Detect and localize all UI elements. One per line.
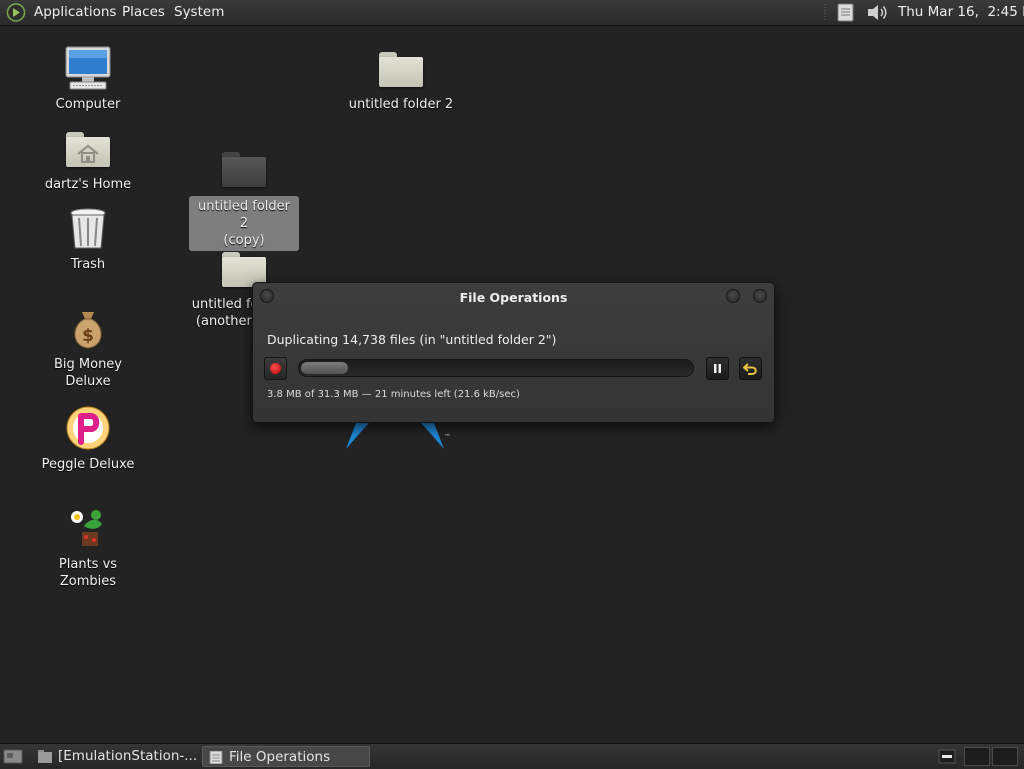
taskbar-item-label: File Operations — [229, 749, 331, 765]
system-menu[interactable]: System — [174, 0, 224, 25]
workspace-2[interactable] — [992, 747, 1018, 766]
main-menu-logo-icon[interactable] — [6, 3, 26, 22]
workspace-1[interactable] — [964, 747, 990, 766]
desktop-icon-label: untitled folder 2 (copy) — [189, 196, 299, 251]
desktop-icon-label: untitled folder 2 — [348, 97, 454, 112]
undo-icon — [743, 363, 757, 375]
folder-icon — [222, 252, 266, 287]
taskbar-item-label: [EmulationStation-... — [58, 748, 198, 764]
folder-icon — [222, 152, 266, 187]
desktop-icon-label: Peggle Deluxe — [41, 457, 135, 472]
desktop-icon-trash[interactable]: Trash — [33, 204, 143, 273]
folder-icon — [379, 52, 423, 87]
trash-icon — [70, 208, 106, 249]
svg-text:™: ™ — [444, 433, 450, 441]
top-panel: Applications Places System Thu Mar 16, 2… — [0, 0, 1024, 26]
peggle-icon — [66, 406, 110, 450]
clock[interactable]: Thu Mar 16, 2:45 PM — [898, 0, 1024, 25]
minimize-button[interactable] — [726, 289, 740, 303]
desktop-icon-peggle-deluxe[interactable]: Peggle Deluxe — [33, 404, 143, 473]
home-folder-icon — [66, 132, 110, 167]
plants-vs-zombies-icon — [71, 510, 102, 546]
desktop-icon-label: Plants vs Zombies — [58, 557, 118, 589]
desktop-icon-computer[interactable]: Computer — [33, 44, 143, 113]
progress-fill — [301, 362, 348, 374]
desktop-icon-untitled-folder-2[interactable]: untitled folder 2 — [346, 44, 456, 113]
volume-icon[interactable] — [866, 3, 890, 22]
taskbar-item-emulationstation[interactable]: [EmulationStation-... — [32, 746, 200, 767]
transfer-details: 3.8 MB of 31.3 MB — 21 minutes left (21.… — [267, 389, 520, 400]
file-operations-dialog: File Operations Duplicating 14,738 files… — [252, 282, 775, 423]
desktop-icon-home[interactable]: dartz's Home — [33, 124, 143, 193]
desktop-icon-label: Computer — [55, 97, 121, 112]
desktop-icon-untitled-folder-2-copy[interactable]: untitled folder 2 (copy) — [189, 144, 299, 251]
bottom-panel: [EmulationStation-... File Operations — [0, 743, 1024, 769]
desktop-icon-label: Big Money Deluxe — [53, 357, 122, 389]
notes-applet-icon[interactable] — [836, 3, 855, 22]
panel-handle-icon — [824, 4, 826, 21]
taskbar-item-file-operations[interactable]: File Operations — [202, 746, 370, 767]
pause-button[interactable] — [706, 357, 729, 380]
progress-bar — [298, 359, 694, 377]
desktop-icon-label: dartz's Home — [44, 177, 132, 192]
document-icon — [209, 751, 223, 764]
desktop-icon-big-money-deluxe[interactable]: $ Big Money Deluxe — [33, 304, 143, 390]
desktop-icon-label: Trash — [70, 257, 106, 272]
undo-button[interactable] — [739, 357, 762, 380]
minimized-window-icon[interactable] — [938, 749, 956, 764]
show-desktop-icon[interactable] — [3, 748, 23, 765]
applications-menu[interactable]: Applications — [34, 0, 116, 25]
pause-icon — [714, 364, 721, 373]
places-menu[interactable]: Places — [122, 0, 165, 25]
operation-message: Duplicating 14,738 files (in "untitled f… — [267, 332, 557, 347]
computer-icon — [65, 46, 111, 90]
money-bag-icon: $ — [74, 312, 102, 349]
svg-text:$: $ — [82, 326, 94, 346]
desktop-icon-plants-vs-zombies[interactable]: Plants vs Zombies — [33, 504, 143, 590]
stop-icon — [270, 363, 281, 374]
stop-button[interactable] — [264, 357, 287, 380]
dialog-title: File Operations — [459, 290, 568, 305]
close-button[interactable] — [753, 289, 767, 303]
folder-icon — [38, 750, 52, 763]
